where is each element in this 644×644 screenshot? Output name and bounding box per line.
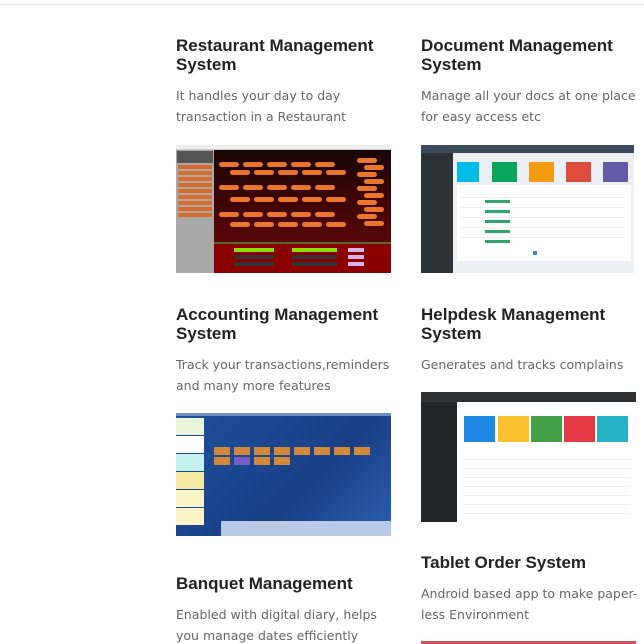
product-desc-helpdesk: Generates and tracks complains bbox=[421, 357, 624, 372]
product-title-accounting[interactable]: Accounting Management System bbox=[176, 305, 396, 343]
room-tile bbox=[274, 457, 290, 465]
accounting-screenshot[interactable] bbox=[176, 413, 391, 536]
table-pill bbox=[326, 222, 346, 227]
table-pill bbox=[357, 158, 377, 163]
table-pill bbox=[302, 222, 322, 227]
table-pill bbox=[302, 196, 322, 202]
table-pill bbox=[291, 162, 311, 167]
table-pill bbox=[278, 196, 298, 202]
table-pill bbox=[267, 162, 287, 167]
room-tile bbox=[254, 447, 270, 455]
table-pill bbox=[243, 184, 263, 190]
product-desc-tablet: Android based app to make paper-less Env… bbox=[421, 586, 638, 622]
room-tile bbox=[234, 457, 250, 465]
table-pill bbox=[291, 211, 311, 217]
room-tile bbox=[294, 447, 310, 455]
product-desc-banquet: Enabled with digital diary, helps you ma… bbox=[176, 607, 377, 643]
product-title-tablet[interactable]: Tablet Order System bbox=[421, 553, 641, 572]
product-desc-accounting: Track your transactions,reminders and ma… bbox=[176, 357, 390, 393]
room-tile bbox=[234, 447, 250, 455]
table-pill bbox=[267, 211, 287, 217]
table-pill bbox=[357, 200, 377, 205]
table-pill bbox=[219, 184, 239, 190]
table-pill bbox=[357, 186, 377, 191]
table-pill bbox=[357, 172, 377, 177]
table-pill bbox=[364, 179, 384, 184]
table-pill bbox=[267, 184, 287, 190]
table-pill bbox=[219, 162, 239, 167]
table-pill bbox=[357, 214, 377, 219]
restaurant-screenshot[interactable] bbox=[176, 145, 391, 273]
table-pill bbox=[278, 169, 298, 175]
table-pill bbox=[254, 196, 274, 202]
product-title-banquet[interactable]: Banquet Management bbox=[176, 574, 406, 593]
top-divider bbox=[0, 4, 644, 5]
room-tile bbox=[354, 447, 370, 455]
table-pill bbox=[302, 169, 322, 175]
document-screenshot[interactable] bbox=[421, 145, 634, 273]
room-tile bbox=[214, 457, 230, 465]
room-tile bbox=[214, 447, 230, 455]
product-title-document[interactable]: Document Management System bbox=[421, 36, 641, 74]
table-pill bbox=[254, 222, 274, 227]
table-pill bbox=[278, 222, 298, 227]
table-pill bbox=[364, 165, 384, 170]
table-pill bbox=[315, 184, 335, 190]
helpdesk-screenshot[interactable] bbox=[421, 392, 636, 522]
product-desc-document: Manage all your docs at one place for ea… bbox=[421, 88, 636, 124]
table-pill bbox=[326, 196, 346, 202]
room-tile bbox=[254, 457, 270, 465]
table-pill bbox=[230, 169, 250, 175]
table-pill bbox=[243, 211, 263, 217]
product-desc-restaurant: It handles your day to day transaction i… bbox=[176, 88, 347, 124]
table-pill bbox=[364, 221, 384, 226]
table-pill bbox=[219, 211, 239, 217]
table-pill bbox=[315, 162, 335, 167]
table-pill bbox=[364, 207, 384, 212]
product-title-helpdesk[interactable]: Helpdesk Management System bbox=[421, 305, 641, 343]
product-title-restaurant[interactable]: Restaurant Management System bbox=[176, 36, 396, 74]
table-pill bbox=[230, 196, 250, 202]
table-pill bbox=[364, 193, 384, 198]
table-pill bbox=[230, 222, 250, 227]
table-pill bbox=[326, 169, 346, 175]
room-tile bbox=[274, 447, 290, 455]
table-pill bbox=[243, 162, 263, 167]
room-tile bbox=[314, 447, 330, 455]
table-pill bbox=[254, 169, 274, 175]
table-pill bbox=[291, 184, 311, 190]
table-pill bbox=[315, 211, 335, 217]
room-tile bbox=[334, 447, 350, 455]
